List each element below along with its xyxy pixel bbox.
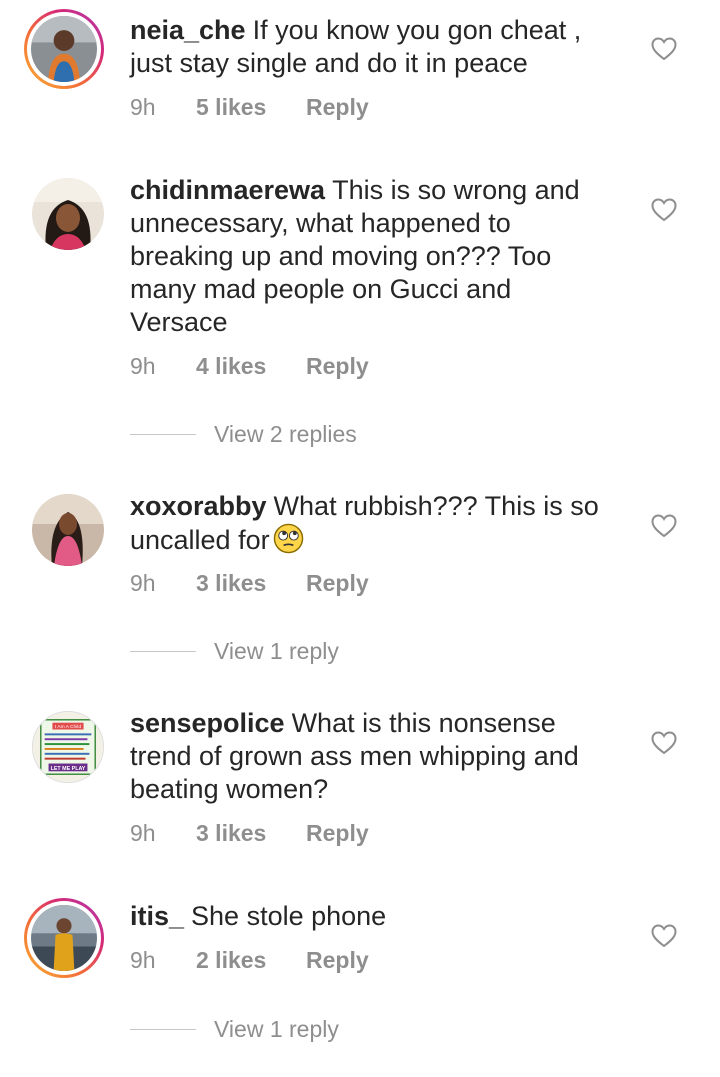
comment-username[interactable]: sensepolice (130, 708, 285, 738)
view-replies-label: View 1 reply (214, 638, 339, 664)
comment-body: sensepolice What is this nonsense trend o… (130, 707, 610, 806)
comment-meta: 9h 2 likes Reply (130, 947, 369, 974)
avatar[interactable] (24, 9, 104, 89)
comment-body: xoxorabby What rubbish??? This is so unca… (130, 490, 610, 557)
comment-body: itis_ She stole phone (130, 900, 610, 933)
divider (130, 1029, 196, 1030)
comment-likes[interactable]: 4 likes (196, 353, 306, 380)
reply-button[interactable]: Reply (306, 820, 369, 847)
avatar-poster-footer: LET ME PLAY (51, 766, 86, 772)
avatar-poster-title: I Am A Child (55, 724, 81, 730)
heart-outline-icon[interactable] (651, 731, 677, 755)
reply-button[interactable]: Reply (306, 94, 369, 121)
comment-body: chidinmaerewa This is so wrong and unnece… (130, 174, 610, 339)
view-replies-label: View 1 reply (214, 1016, 339, 1042)
comment-username[interactable]: chidinmaerewa (130, 175, 325, 205)
comment-likes[interactable]: 3 likes (196, 820, 306, 847)
comment-likes[interactable]: 5 likes (196, 94, 306, 121)
avatar[interactable]: I Am A Child LET ME PLAY (32, 711, 104, 783)
comment-text: She stole phone (191, 901, 387, 931)
view-replies-button[interactable]: View 1 reply (130, 638, 339, 665)
comment-username[interactable]: neia_che (130, 15, 246, 45)
view-replies-label: View 2 replies (214, 421, 357, 447)
divider (130, 651, 196, 652)
face-with-rolling-eyes-icon (273, 523, 304, 554)
view-replies-button[interactable]: View 2 replies (130, 421, 357, 448)
comment-time: 9h (130, 353, 156, 379)
comment-meta: 9h 4 likes Reply (130, 353, 369, 380)
view-replies-button[interactable]: View 1 reply (130, 1016, 339, 1043)
comment-time: 9h (130, 947, 156, 973)
comment-time: 9h (130, 570, 156, 596)
reply-button[interactable]: Reply (306, 353, 369, 380)
heart-outline-icon[interactable] (651, 37, 677, 61)
divider (130, 434, 196, 435)
comment-likes[interactable]: 3 likes (196, 570, 306, 597)
comment-username[interactable]: itis_ (130, 901, 184, 931)
avatar[interactable] (32, 494, 104, 566)
heart-outline-icon[interactable] (651, 514, 677, 538)
comment-meta: 9h 3 likes Reply (130, 820, 369, 847)
comment-time: 9h (130, 94, 156, 120)
heart-outline-icon[interactable] (651, 924, 677, 948)
comment-time: 9h (130, 820, 156, 846)
reply-button[interactable]: Reply (306, 947, 369, 974)
comment-username[interactable]: xoxorabby (130, 491, 267, 521)
avatar[interactable] (32, 178, 104, 250)
comment-meta: 9h 5 likes Reply (130, 94, 369, 121)
comment-body: neia_che If you know you gon cheat , just… (130, 14, 610, 80)
heart-outline-icon[interactable] (651, 198, 677, 222)
comment-meta: 9h 3 likes Reply (130, 570, 369, 597)
reply-button[interactable]: Reply (306, 570, 369, 597)
avatar[interactable] (24, 898, 104, 978)
comment-likes[interactable]: 2 likes (196, 947, 306, 974)
